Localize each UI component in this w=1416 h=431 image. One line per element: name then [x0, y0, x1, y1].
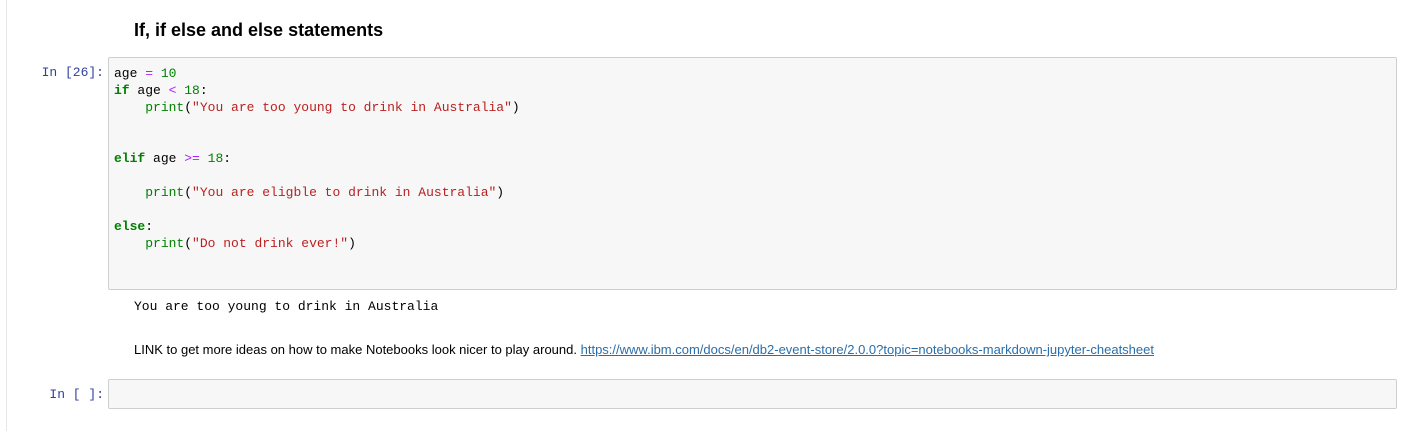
- builtin-token: print: [145, 236, 185, 251]
- code-line: print("Do not drink ever!"): [114, 236, 356, 251]
- code-cell-input[interactable]: age = 10 if age < 18: print("You are too…: [108, 57, 1397, 290]
- keyword-token: elif: [114, 151, 146, 166]
- string-token: "You are eligble to drink in Australia": [192, 185, 497, 200]
- operator-token: =: [145, 66, 154, 81]
- link-description: LINK to get more ideas on how to make No…: [134, 342, 577, 357]
- code-token: :: [199, 83, 208, 98]
- code-line: age = 10: [114, 66, 176, 81]
- number-token: 18: [207, 151, 224, 166]
- code-line: elif age >= 18:: [114, 151, 231, 166]
- code-line: print("You are eligble to drink in Austr…: [114, 185, 504, 200]
- keyword-token: else: [114, 219, 146, 234]
- code-token: ): [511, 100, 520, 115]
- code-token: (: [184, 236, 193, 251]
- code-token: (: [184, 100, 193, 115]
- keyword-token: if: [114, 83, 130, 98]
- code-token: age: [145, 151, 185, 166]
- code-line: if age < 18:: [114, 83, 208, 98]
- builtin-token: print: [145, 100, 185, 115]
- code-token: (: [184, 185, 193, 200]
- builtin-token: print: [145, 185, 185, 200]
- cheatsheet-link[interactable]: https://www.ibm.com/docs/en/db2-event-st…: [581, 342, 1154, 357]
- markdown-paragraph[interactable]: LINK to get more ideas on how to make No…: [134, 341, 1154, 359]
- operator-token: >=: [184, 151, 200, 166]
- empty-input-prompt: In [ ]:: [49, 387, 104, 402]
- empty-code-cell[interactable]: [108, 379, 1397, 409]
- code-line: print("You are too young to drink in Aus…: [114, 100, 520, 115]
- cell-output: You are too young to drink in Australia: [134, 299, 439, 314]
- code-line: else:: [114, 219, 153, 234]
- number-token: 18: [184, 83, 200, 98]
- number-token: 10: [160, 66, 177, 81]
- string-token: "Do not drink ever!": [192, 236, 349, 251]
- code-token: :: [145, 219, 154, 234]
- input-prompt: In [26]:: [41, 65, 104, 80]
- code-editor[interactable]: age = 10 if age < 18: print("You are too…: [114, 65, 520, 252]
- code-token: ): [348, 236, 356, 251]
- code-token: ): [496, 185, 505, 200]
- string-token: "You are too young to drink in Australia…: [192, 100, 512, 115]
- code-token: age: [129, 83, 169, 98]
- code-token: :: [223, 151, 232, 166]
- markdown-heading[interactable]: If, if else and else statements: [134, 18, 383, 42]
- code-token: age: [114, 66, 146, 81]
